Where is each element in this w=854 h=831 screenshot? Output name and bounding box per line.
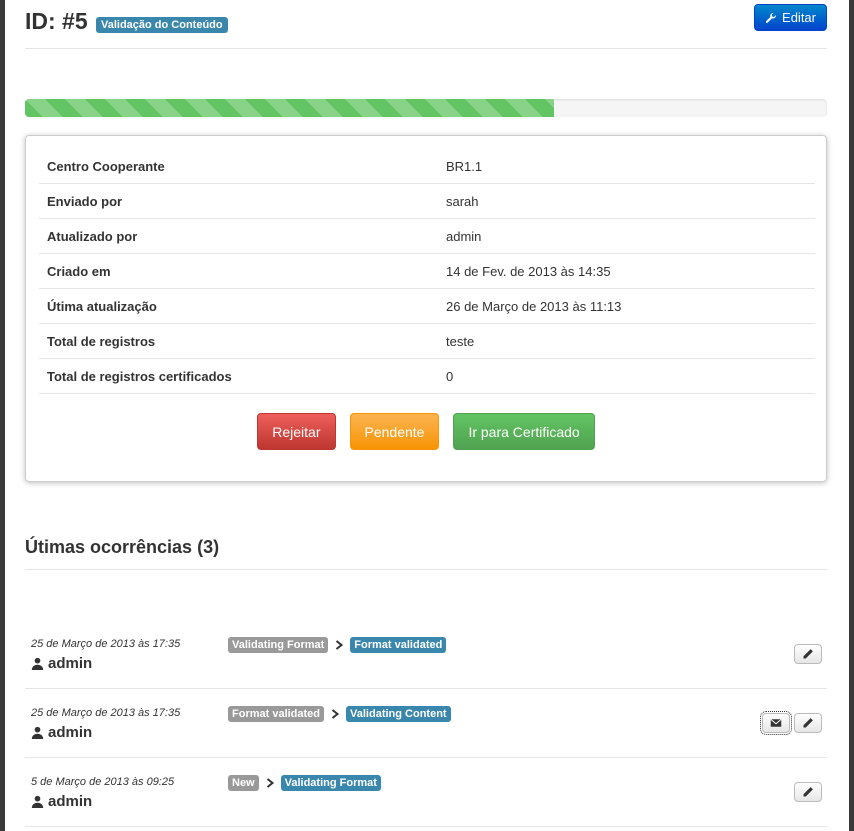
detail-value: 14 de Fev. de 2013 às 14:35	[438, 253, 815, 289]
occurrence-actions	[794, 644, 822, 664]
detail-row-created-at: Criado em 14 de Fev. de 2013 às 14:35	[39, 253, 815, 289]
detail-value: 26 de Março de 2013 às 11:13	[438, 288, 815, 324]
details-card: Centro Cooperante BR1.1 Enviado por sara…	[25, 135, 827, 482]
progress-fill	[25, 99, 555, 117]
occurrences-list: 25 de Março de 2013 às 17:35 admin Valid…	[25, 620, 827, 827]
occurrence-actions	[794, 782, 822, 802]
page-header: ID: #5 Validação do Conteúdo Editar	[25, 0, 827, 49]
envelope-icon	[770, 718, 782, 727]
occurrence-user: admin	[31, 724, 92, 741]
window-frame-left	[0, 0, 5, 831]
detail-row-updated-by: Atualizado por admin	[39, 218, 815, 254]
user-icon	[31, 795, 44, 808]
detail-key: Atualizado por	[39, 218, 438, 254]
chevron-right-icon	[331, 709, 340, 719]
status-transition: Validating Format Format validated	[228, 637, 447, 653]
detail-row-last-update: Útima atualização 26 de Março de 2013 às…	[39, 288, 815, 324]
detail-key: Centro Cooperante	[39, 149, 438, 184]
status-from-label: New	[228, 775, 259, 791]
user-icon	[31, 726, 44, 739]
occurrence-date: 5 de Março de 2013 às 09:25	[31, 776, 175, 788]
status-from-label: Validating Format	[228, 637, 329, 653]
wrench-icon	[765, 12, 776, 23]
status-from-label: Format validated	[228, 706, 325, 722]
occurrence-user-name: admin	[48, 793, 93, 810]
list-item: 5 de Março de 2013 às 09:25 admin New Va…	[25, 758, 827, 827]
occurrence-date: 25 de Março de 2013 às 17:35	[31, 638, 181, 650]
user-icon	[31, 657, 44, 670]
page-title: ID: #5	[25, 8, 88, 34]
detail-row-total-records: Total de registros teste	[39, 323, 815, 359]
status-badge: Validação do Conteúdo	[96, 17, 228, 33]
edit-button[interactable]: Editar	[754, 4, 827, 31]
pencil-icon	[803, 649, 813, 659]
detail-value: BR1.1	[438, 149, 815, 184]
detail-value: sarah	[438, 183, 815, 219]
detail-row-sent-by: Enviado por sarah	[39, 183, 815, 219]
window-frame-right	[849, 0, 854, 831]
detail-row-cooperating-center: Centro Cooperante BR1.1	[39, 149, 815, 184]
status-to-label: Format validated	[350, 637, 447, 653]
list-item: 25 de Março de 2013 às 17:35 admin Valid…	[25, 620, 827, 689]
status-transition: New Validating Format	[228, 775, 381, 791]
status-transition: Format validated Validating Content	[228, 706, 451, 722]
detail-key: Criado em	[39, 253, 438, 289]
occurrence-user-name: admin	[48, 655, 93, 672]
detail-key: Enviado por	[39, 183, 438, 219]
divider	[25, 569, 827, 570]
status-to-label: Validating Content	[346, 706, 451, 722]
detail-value: teste	[438, 323, 815, 359]
pencil-icon	[803, 718, 813, 728]
occurrence-date: 25 de Março de 2013 às 17:35	[31, 707, 181, 719]
detail-key: Útima atualização	[39, 288, 438, 324]
occurrence-user: admin	[31, 793, 92, 810]
occurrence-actions	[760, 711, 822, 735]
detail-key: Total de registros	[39, 323, 438, 359]
edit-occurrence-button[interactable]	[794, 644, 822, 664]
chevron-right-icon	[266, 778, 274, 788]
occurrence-user: admin	[31, 655, 92, 672]
pencil-icon	[803, 787, 813, 797]
details-table: Centro Cooperante BR1.1 Enviado por sara…	[39, 149, 815, 394]
chevron-right-icon	[336, 640, 344, 650]
list-item: 25 de Março de 2013 às 17:35 admin Forma…	[25, 689, 827, 758]
detail-value: admin	[438, 218, 815, 254]
status-to-label: Validating Format	[280, 775, 381, 791]
edit-button-label: Editar	[782, 10, 816, 25]
edit-occurrence-button[interactable]	[794, 713, 822, 733]
detail-key: Total de registros certificados	[39, 358, 438, 394]
detail-value: 0	[438, 358, 815, 394]
occurrences-title: Útimas ocorrências (3)	[25, 537, 220, 557]
occurrence-user-name: admin	[48, 724, 93, 741]
edit-occurrence-button[interactable]	[794, 782, 822, 802]
pending-button[interactable]: Pendente	[349, 413, 440, 450]
send-email-button[interactable]	[760, 711, 792, 735]
go-to-certificate-button[interactable]: Ir para Certificado	[453, 413, 595, 450]
progress-bar	[25, 99, 827, 117]
action-buttons: Rejeitar Pendente Ir para Certificado	[26, 413, 826, 450]
reject-button[interactable]: Rejeitar	[257, 413, 336, 450]
detail-row-certified-records: Total de registros certificados 0	[39, 358, 815, 394]
